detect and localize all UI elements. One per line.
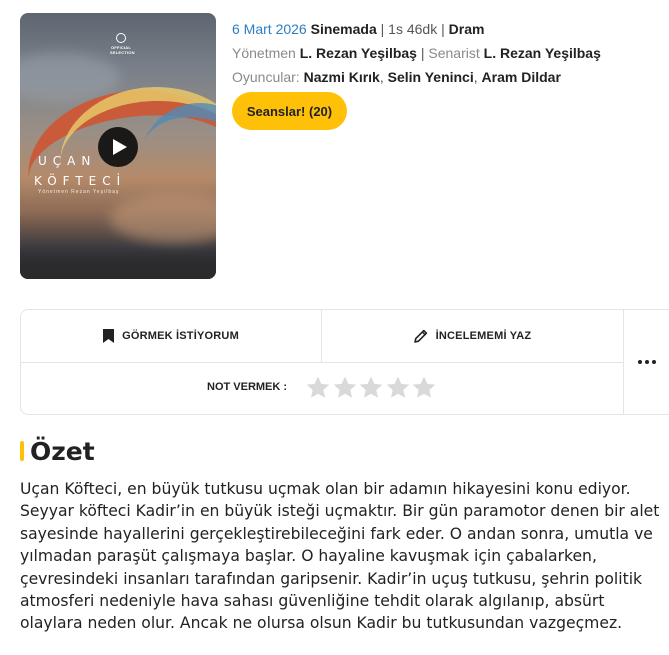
play-icon: [112, 139, 127, 155]
star-icon[interactable]: [305, 375, 331, 401]
release-status: Sinemada: [310, 21, 377, 37]
credits-line: Yönetmen L. Rezan Yeşilbaş | Senarist L.…: [232, 45, 601, 61]
cast-link[interactable]: Nazmi Kırık: [304, 69, 380, 85]
sessions-button[interactable]: Seanslar! (20): [232, 92, 347, 130]
festival-logo-text: OFFICIAL SELECTION: [110, 45, 135, 55]
cast-label: Oyuncular:: [232, 69, 300, 85]
more-horizontal-icon: [638, 360, 642, 364]
director-link[interactable]: L. Rezan Yeşilbaş: [300, 45, 417, 61]
write-review-button[interactable]: İNCELEMEMİ YAZ: [322, 310, 624, 363]
star-icon[interactable]: [385, 375, 411, 401]
genre-link[interactable]: Dram: [449, 21, 485, 37]
writer-label: Senarist: [428, 45, 480, 61]
star-icon[interactable]: [411, 375, 437, 401]
more-options-button[interactable]: [624, 310, 669, 414]
section-accent-bar: [20, 441, 24, 461]
movie-info: 6 Mart 2026 Sinemada | 1s 46dk | Dram Yö…: [232, 17, 662, 89]
cast-line: Oyuncular: Nazmi Kırık, Selin Yeninci, A…: [232, 69, 561, 85]
poster-credit: Yönetmen Rezan Yeşilbaş: [38, 189, 120, 195]
summary-title: Özet: [30, 436, 95, 466]
bookmark-icon: [103, 329, 115, 343]
duration: 1s 46dk: [388, 21, 438, 37]
poster-title-line2: KÖFTECİ: [34, 174, 127, 188]
watchlist-label: GÖRMEK İSTİYORUM: [122, 330, 239, 342]
poster-title-line1: UÇAN: [38, 154, 97, 168]
play-trailer-button[interactable]: [98, 127, 138, 167]
festival-laurel-logo: OFFICIAL SELECTION: [110, 33, 135, 55]
write-review-label: İNCELEMEMİ YAZ: [435, 330, 532, 342]
movie-poster[interactable]: OFFICIAL SELECTION UÇAN KÖFTECİ Yönetmen…: [20, 13, 216, 279]
rating-row: NOT VERMEK :: [21, 363, 624, 415]
star-icon[interactable]: [358, 375, 384, 401]
rating-stars[interactable]: [305, 375, 438, 401]
rating-label: NOT VERMEK :: [207, 381, 288, 393]
summary-header: Özet: [20, 434, 95, 468]
star-icon[interactable]: [332, 375, 358, 401]
director-label: Yönetmen: [232, 45, 296, 61]
release-date[interactable]: 6 Mart 2026: [232, 21, 307, 37]
release-line: 6 Mart 2026 Sinemada | 1s 46dk | Dram: [232, 21, 485, 37]
summary-text: Uçan Köfteci, en büyük tutkusu uçmak ola…: [20, 480, 660, 633]
action-panel: GÖRMEK İSTİYORUM İNCELEMEMİ YAZ NOT VERM…: [20, 309, 669, 415]
cast-link[interactable]: Aram Dildar: [482, 69, 561, 85]
pencil-icon: [413, 329, 427, 343]
cast-link[interactable]: Selin Yeninci: [388, 69, 474, 85]
writer-link[interactable]: L. Rezan Yeşilbaş: [484, 45, 601, 61]
watchlist-button[interactable]: GÖRMEK İSTİYORUM: [21, 310, 322, 363]
poster-ground: [20, 247, 216, 279]
